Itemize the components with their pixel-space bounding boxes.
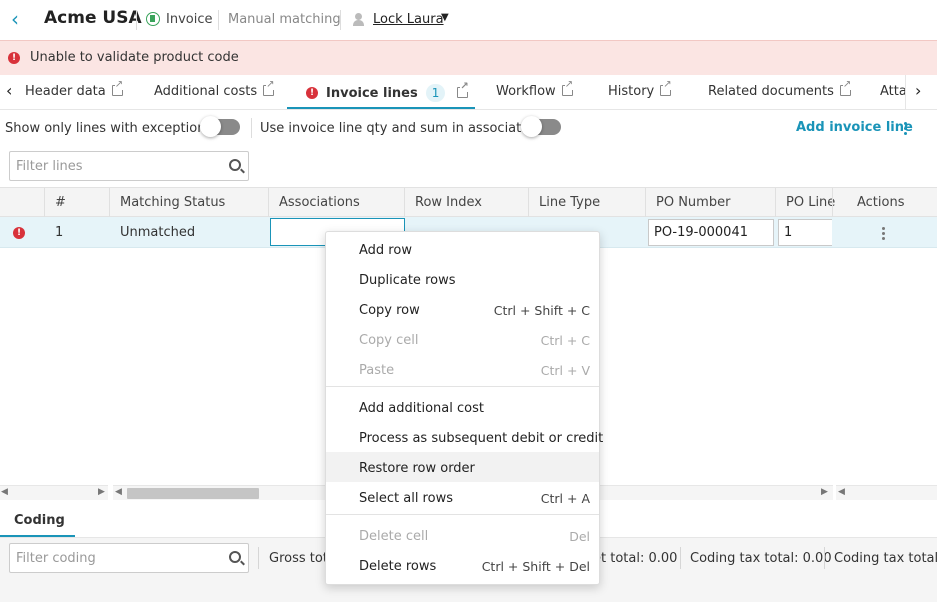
context-menu: Add row Duplicate rows Copy row Ctrl + S… bbox=[325, 231, 603, 585]
column-header-matching-status[interactable]: Matching Status bbox=[120, 195, 225, 210]
shortcut-label: Ctrl + Shift + C bbox=[493, 303, 590, 318]
external-link-icon[interactable] bbox=[457, 82, 469, 98]
coding-tax-total: Coding tax total: 0.00 bbox=[690, 551, 832, 566]
filter-lines-input[interactable] bbox=[9, 151, 249, 181]
external-link-icon[interactable] bbox=[660, 80, 672, 96]
caret-down-icon[interactable]: ▼ bbox=[441, 12, 449, 23]
tab-header-data[interactable]: Header data bbox=[25, 80, 124, 99]
chevron-left-icon[interactable]: ‹ bbox=[6, 81, 12, 100]
column-header-associations[interactable]: Associations bbox=[279, 195, 360, 210]
error-icon: ! bbox=[13, 227, 25, 239]
divider bbox=[218, 10, 219, 30]
matching-status: Unmatched bbox=[120, 225, 196, 240]
column-header-actions: Actions bbox=[857, 195, 905, 210]
search-icon[interactable] bbox=[229, 551, 241, 563]
coding-total: Coding tax total 2 bbox=[834, 551, 937, 566]
top-bar: ‹ Acme USA Invoice Manual matching Lock … bbox=[0, 0, 937, 40]
horizontal-scrollbar-right[interactable]: ◀ bbox=[836, 485, 937, 500]
workflow-step: Manual matching bbox=[228, 12, 341, 27]
association-toggle-label: Use invoice line qty and sum in associat… bbox=[260, 121, 542, 136]
menu-item-select-all-rows[interactable]: Select all rows Ctrl + A bbox=[326, 482, 599, 512]
divider bbox=[340, 10, 341, 30]
user-icon bbox=[353, 13, 364, 26]
error-message: Unable to validate product code bbox=[30, 50, 239, 65]
external-link-icon[interactable] bbox=[111, 80, 124, 96]
po-number-field[interactable]: PO-19-000041 bbox=[648, 219, 774, 246]
menu-item-delete-rows[interactable]: Delete rows Ctrl + Shift + Del bbox=[326, 550, 599, 580]
menu-item-paste: Paste Ctrl + V bbox=[359, 363, 590, 378]
tab-coding[interactable]: Coding bbox=[14, 513, 65, 528]
menu-divider bbox=[326, 386, 599, 387]
column-header-row-index[interactable]: Row Index bbox=[415, 195, 482, 210]
column-header-line-type[interactable]: Line Type bbox=[539, 195, 600, 210]
divider bbox=[251, 118, 252, 138]
menu-item-duplicate-rows[interactable]: Duplicate rows bbox=[326, 264, 599, 294]
add-invoice-line-button[interactable]: Add invoice line bbox=[796, 120, 913, 135]
grid-header: # Matching Status Associations Row Index… bbox=[0, 187, 937, 217]
search-icon[interactable] bbox=[229, 159, 241, 171]
external-link-icon[interactable] bbox=[263, 80, 275, 96]
scroll-left-icon[interactable]: ◀ bbox=[838, 487, 845, 497]
shortcut-label: Ctrl + A bbox=[540, 491, 590, 506]
tab-count-badge: 1 bbox=[425, 84, 446, 102]
menu-item-restore-row-order[interactable]: Restore row order bbox=[326, 452, 599, 482]
row-number: 1 bbox=[55, 225, 64, 240]
row-actions-icon[interactable] bbox=[882, 227, 886, 241]
po-line-field[interactable]: 1 bbox=[778, 219, 832, 246]
document-type: Invoice bbox=[166, 12, 213, 27]
user-menu-link[interactable]: Lock Laura bbox=[373, 12, 444, 27]
active-tab-indicator bbox=[287, 107, 475, 109]
menu-item-add-additional-cost[interactable]: Add additional cost bbox=[326, 392, 599, 422]
shortcut-label: Del bbox=[569, 529, 590, 544]
shortcut-label: Ctrl + V bbox=[540, 363, 590, 378]
external-link-icon[interactable] bbox=[561, 80, 574, 96]
shortcut-label: Ctrl + Shift + Del bbox=[481, 559, 590, 574]
scroll-right-icon[interactable]: ▶ bbox=[821, 487, 828, 497]
tab-bar: Header data Additional costs ! Invoice l… bbox=[0, 75, 937, 110]
back-arrow-icon[interactable]: ‹ bbox=[11, 9, 27, 29]
external-link-icon[interactable] bbox=[839, 80, 852, 96]
tab-history[interactable]: History bbox=[608, 80, 672, 99]
error-icon: ! bbox=[306, 87, 318, 99]
column-header-po-number[interactable]: PO Number bbox=[656, 195, 730, 210]
error-icon: ! bbox=[8, 52, 20, 64]
menu-item-subsequent-debit-credit[interactable]: Process as subsequent debit or credit bbox=[326, 422, 603, 452]
scroll-left-icon[interactable]: ◀ bbox=[1, 487, 8, 497]
invoice-document-icon bbox=[146, 12, 160, 26]
menu-divider bbox=[326, 514, 599, 515]
menu-item-add-row[interactable]: Add row bbox=[326, 234, 599, 264]
error-banner: ! Unable to validate product code bbox=[0, 40, 937, 75]
tab-attachments[interactable]: Atta bbox=[880, 84, 907, 99]
tab-invoice-lines[interactable]: ! Invoice lines 1 bbox=[306, 82, 469, 102]
more-options-icon[interactable] bbox=[904, 122, 908, 136]
menu-item-copy-row[interactable]: Copy row Ctrl + Shift + C bbox=[326, 294, 599, 324]
horizontal-scrollbar-left[interactable]: ◀ ▶ bbox=[0, 485, 108, 500]
tab-workflow[interactable]: Workflow bbox=[496, 80, 574, 99]
filter-coding-input[interactable] bbox=[9, 543, 249, 573]
menu-item-copy-cell: Copy cell Ctrl + C bbox=[359, 333, 590, 348]
scrollbar-thumb[interactable] bbox=[127, 488, 259, 499]
chevron-right-icon[interactable]: › bbox=[915, 81, 921, 100]
tab-additional-costs[interactable]: Additional costs bbox=[154, 80, 275, 99]
net-total: et total: 0.00 bbox=[593, 551, 678, 566]
exceptions-toggle-label: Show only lines with exceptions bbox=[5, 121, 213, 136]
menu-item-delete-cell: Delete cell Del bbox=[359, 529, 590, 544]
scroll-left-icon[interactable]: ◀ bbox=[115, 487, 122, 497]
column-header-number[interactable]: # bbox=[55, 195, 66, 210]
tab-related-documents[interactable]: Related documents bbox=[708, 80, 852, 99]
association-toggle[interactable] bbox=[521, 116, 561, 137]
exceptions-toggle[interactable] bbox=[200, 116, 240, 137]
column-header-po-line[interactable]: PO Line bbox=[786, 195, 835, 210]
company-name: Acme USA bbox=[44, 8, 142, 28]
shortcut-label: Ctrl + C bbox=[540, 333, 590, 348]
scroll-right-icon[interactable]: ▶ bbox=[98, 487, 105, 497]
divider bbox=[136, 10, 137, 30]
